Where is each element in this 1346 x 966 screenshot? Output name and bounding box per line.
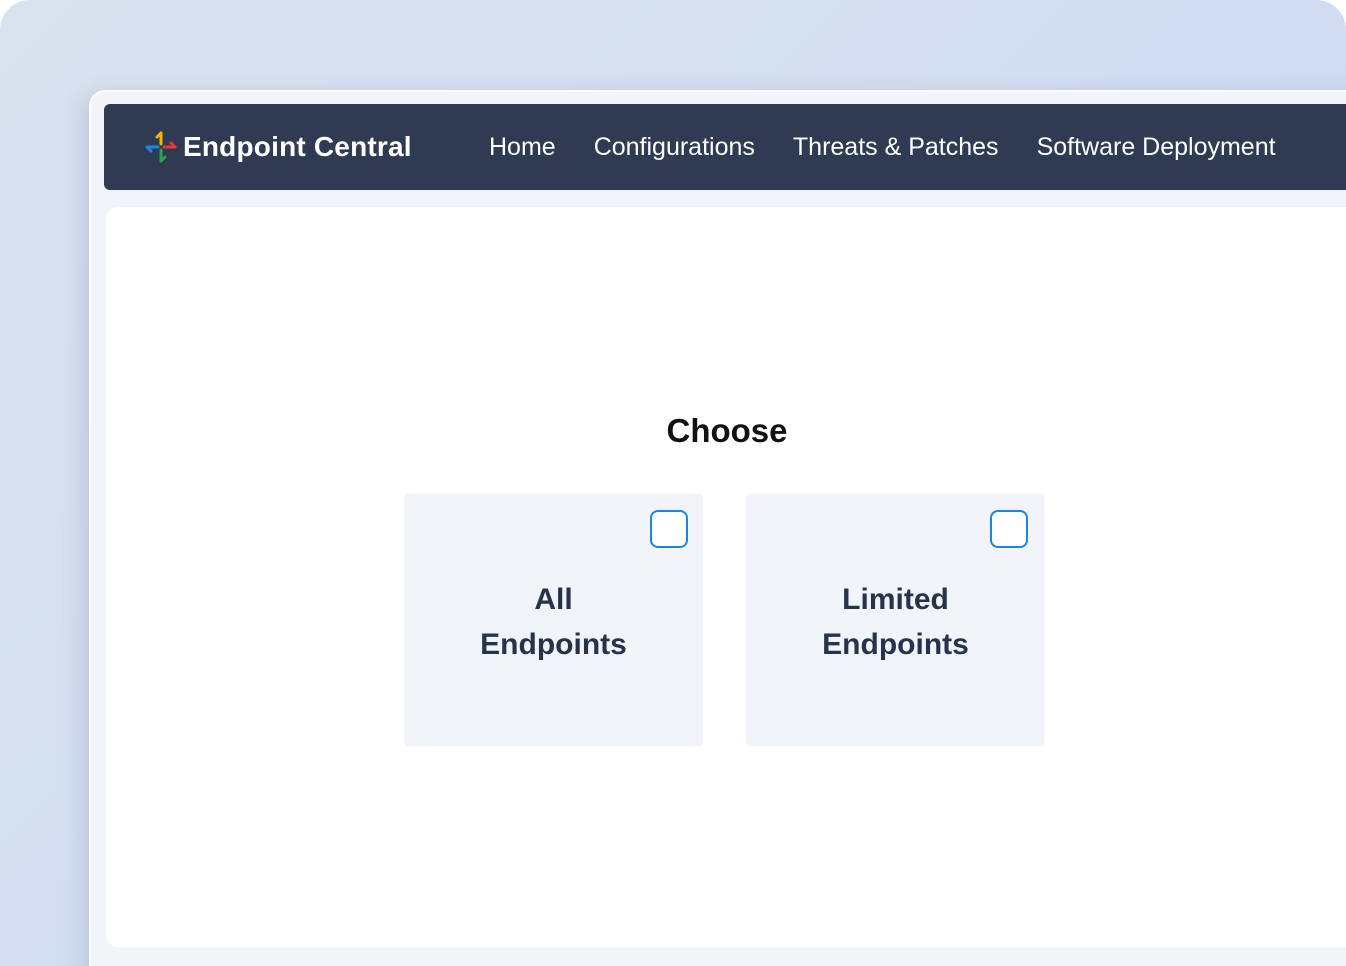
option-label: All Endpoints	[404, 577, 703, 667]
limited-endpoints-checkbox[interactable]	[990, 510, 1028, 548]
option-card-all-endpoints[interactable]: All Endpoints	[404, 494, 703, 746]
main-nav: Home Configurations Threats & Patches So…	[489, 104, 1314, 190]
page-title: Choose	[666, 412, 788, 449]
background: Endpoint Central Home Configurations Thr…	[0, 0, 1346, 966]
option-label-line: Endpoints	[822, 628, 969, 661]
nav-item-threats-patches[interactable]: Threats & Patches	[793, 133, 999, 162]
option-label-line: Limited	[842, 583, 949, 616]
option-label-line: All	[534, 583, 573, 616]
option-label-line: Endpoints	[480, 628, 627, 661]
brand[interactable]: Endpoint Central	[144, 104, 412, 190]
option-label: Limited Endpoints	[746, 577, 1045, 667]
nav-item-software-deployment[interactable]: Software Deployment	[1037, 133, 1276, 162]
nav-item-home[interactable]: Home	[489, 133, 556, 162]
endpoint-central-logo-icon	[145, 131, 177, 163]
option-card-limited-endpoints[interactable]: Limited Endpoints	[746, 494, 1045, 746]
app-window: Endpoint Central Home Configurations Thr…	[89, 90, 1346, 966]
brand-name: Endpoint Central	[183, 131, 412, 162]
content-panel: Choose All Endpoints Limited Endpoints	[106, 207, 1346, 947]
nav-item-configurations[interactable]: Configurations	[594, 133, 755, 162]
all-endpoints-checkbox[interactable]	[650, 510, 688, 548]
top-navbar: Endpoint Central Home Configurations Thr…	[104, 104, 1346, 190]
